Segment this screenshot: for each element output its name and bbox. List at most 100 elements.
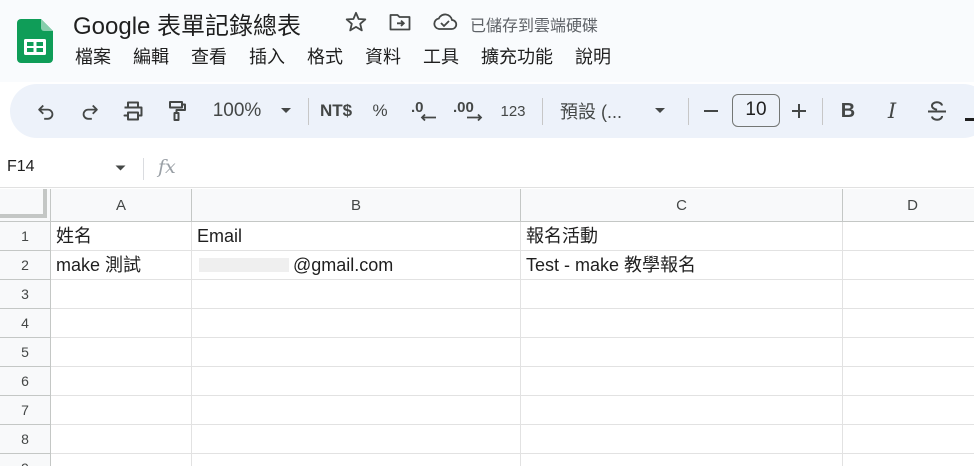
row-header-1[interactable]: 1 xyxy=(0,222,51,251)
cell[interactable] xyxy=(192,425,521,454)
percent-format-button[interactable]: % xyxy=(368,84,392,138)
redo-button[interactable] xyxy=(76,84,104,138)
spreadsheet-grid: A B C D 1 2 3 4 5 6 7 8 9 姓名 Email 報名活動 … xyxy=(0,189,974,466)
star-icon[interactable] xyxy=(344,10,368,34)
menu-extensions[interactable]: 擴充功能 xyxy=(470,44,564,70)
menu-data[interactable]: 資料 xyxy=(354,44,412,70)
column-header-a[interactable]: A xyxy=(51,189,192,222)
menu-tools[interactable]: 工具 xyxy=(412,44,470,70)
zoom-select[interactable]: 100% xyxy=(206,84,268,138)
cell[interactable] xyxy=(192,454,521,466)
cell[interactable] xyxy=(51,280,192,309)
cell[interactable] xyxy=(521,367,843,396)
decrease-font-size-button[interactable] xyxy=(700,84,722,138)
cell[interactable] xyxy=(192,280,521,309)
cell[interactable] xyxy=(51,309,192,338)
row-header-8[interactable]: 8 xyxy=(0,425,51,454)
cell[interactable] xyxy=(843,396,974,425)
cell-d2[interactable] xyxy=(843,251,974,280)
font-family-select[interactable]: 預設 (... xyxy=(560,84,632,138)
cell[interactable] xyxy=(843,338,974,367)
menu-format[interactable]: 格式 xyxy=(296,44,354,70)
cell[interactable] xyxy=(521,280,843,309)
bold-button[interactable]: B xyxy=(836,84,860,138)
cell[interactable] xyxy=(192,396,521,425)
cell[interactable] xyxy=(521,338,843,367)
cell[interactable] xyxy=(51,425,192,454)
svg-text:.0: .0 xyxy=(411,99,424,116)
cell-b2[interactable]: @gmail.com xyxy=(192,251,521,280)
fx-icon: fx xyxy=(158,156,176,178)
font-dropdown-icon[interactable] xyxy=(650,84,670,138)
increase-decimal-button[interactable]: .00 xyxy=(450,84,486,138)
italic-button[interactable]: I xyxy=(880,84,904,138)
row-header-3[interactable]: 3 xyxy=(0,280,51,309)
undo-button[interactable] xyxy=(32,84,60,138)
cell[interactable] xyxy=(843,367,974,396)
name-box-dropdown-icon[interactable] xyxy=(115,165,126,172)
menu-view[interactable]: 查看 xyxy=(180,44,238,70)
decrease-decimal-icon: .0 xyxy=(411,99,436,122)
cell-a1[interactable]: 姓名 xyxy=(51,222,192,251)
cell[interactable] xyxy=(843,425,974,454)
move-to-folder-icon[interactable] xyxy=(388,10,412,34)
print-button[interactable] xyxy=(118,84,148,138)
row-header-4[interactable]: 4 xyxy=(0,309,51,338)
cell[interactable] xyxy=(51,367,192,396)
cloud-saved-icon[interactable] xyxy=(432,11,458,33)
toolbar: 100% NT$ % .0 .00 123 預設 (... 10 B I xyxy=(10,84,974,138)
cell[interactable] xyxy=(843,309,974,338)
document-title[interactable]: Google 表單記錄總表 xyxy=(73,6,301,41)
cell[interactable] xyxy=(521,309,843,338)
menu-file[interactable]: 檔案 xyxy=(64,44,122,70)
cell-d1[interactable] xyxy=(843,222,974,251)
menu-insert[interactable]: 插入 xyxy=(238,44,296,70)
formula-bar: F14 fx xyxy=(0,150,974,188)
zoom-dropdown-icon[interactable] xyxy=(276,84,296,138)
increase-font-size-button[interactable] xyxy=(788,84,810,138)
cell[interactable] xyxy=(192,309,521,338)
menu-bar: 檔案 編輯 查看 插入 格式 資料 工具 擴充功能 說明 xyxy=(64,44,622,70)
row-header-9[interactable]: 9 xyxy=(0,454,51,466)
cell[interactable] xyxy=(51,338,192,367)
column-header-d[interactable]: D xyxy=(843,189,974,222)
font-size-input[interactable]: 10 xyxy=(732,94,780,127)
cell[interactable] xyxy=(192,367,521,396)
column-header-c[interactable]: C xyxy=(521,189,843,222)
cell-a2[interactable]: make 測試 xyxy=(51,251,192,280)
strikethrough-button[interactable] xyxy=(923,84,951,138)
save-status-text: 已儲存到雲端硬碟 xyxy=(470,18,599,35)
text-color-indicator[interactable] xyxy=(965,118,974,121)
decrease-decimal-button[interactable]: .0 xyxy=(408,84,440,138)
undo-icon xyxy=(38,104,54,120)
row-header-2[interactable]: 2 xyxy=(0,251,51,280)
more-formats-button[interactable]: 123 xyxy=(496,84,530,138)
cell[interactable] xyxy=(51,396,192,425)
sheets-logo-icon[interactable] xyxy=(17,19,53,63)
paint-format-button[interactable] xyxy=(162,84,192,138)
name-box[interactable]: F14 xyxy=(7,158,35,176)
row-header-6[interactable]: 6 xyxy=(0,367,51,396)
cell-b1[interactable]: Email xyxy=(192,222,521,251)
toolbar-divider xyxy=(542,98,543,125)
cell[interactable] xyxy=(51,454,192,466)
column-header-b[interactable]: B xyxy=(192,189,521,222)
cell-c1[interactable]: 報名活動 xyxy=(521,222,843,251)
currency-format-button[interactable]: NT$ xyxy=(316,84,356,138)
plus-icon xyxy=(792,104,806,118)
paint-format-icon xyxy=(169,101,186,121)
cell[interactable] xyxy=(521,454,843,466)
cell[interactable] xyxy=(843,454,974,466)
cell[interactable] xyxy=(843,280,974,309)
menu-help[interactable]: 說明 xyxy=(564,44,622,70)
menu-edit[interactable]: 編輯 xyxy=(122,44,180,70)
cell[interactable] xyxy=(521,425,843,454)
cell[interactable] xyxy=(521,396,843,425)
strikethrough-icon xyxy=(928,101,946,121)
row-header-5[interactable]: 5 xyxy=(0,338,51,367)
minus-icon xyxy=(704,110,718,112)
select-all-corner[interactable] xyxy=(0,189,51,222)
row-header-7[interactable]: 7 xyxy=(0,396,51,425)
cell-c2[interactable]: Test - make 教學報名 xyxy=(521,251,843,280)
cell[interactable] xyxy=(192,338,521,367)
